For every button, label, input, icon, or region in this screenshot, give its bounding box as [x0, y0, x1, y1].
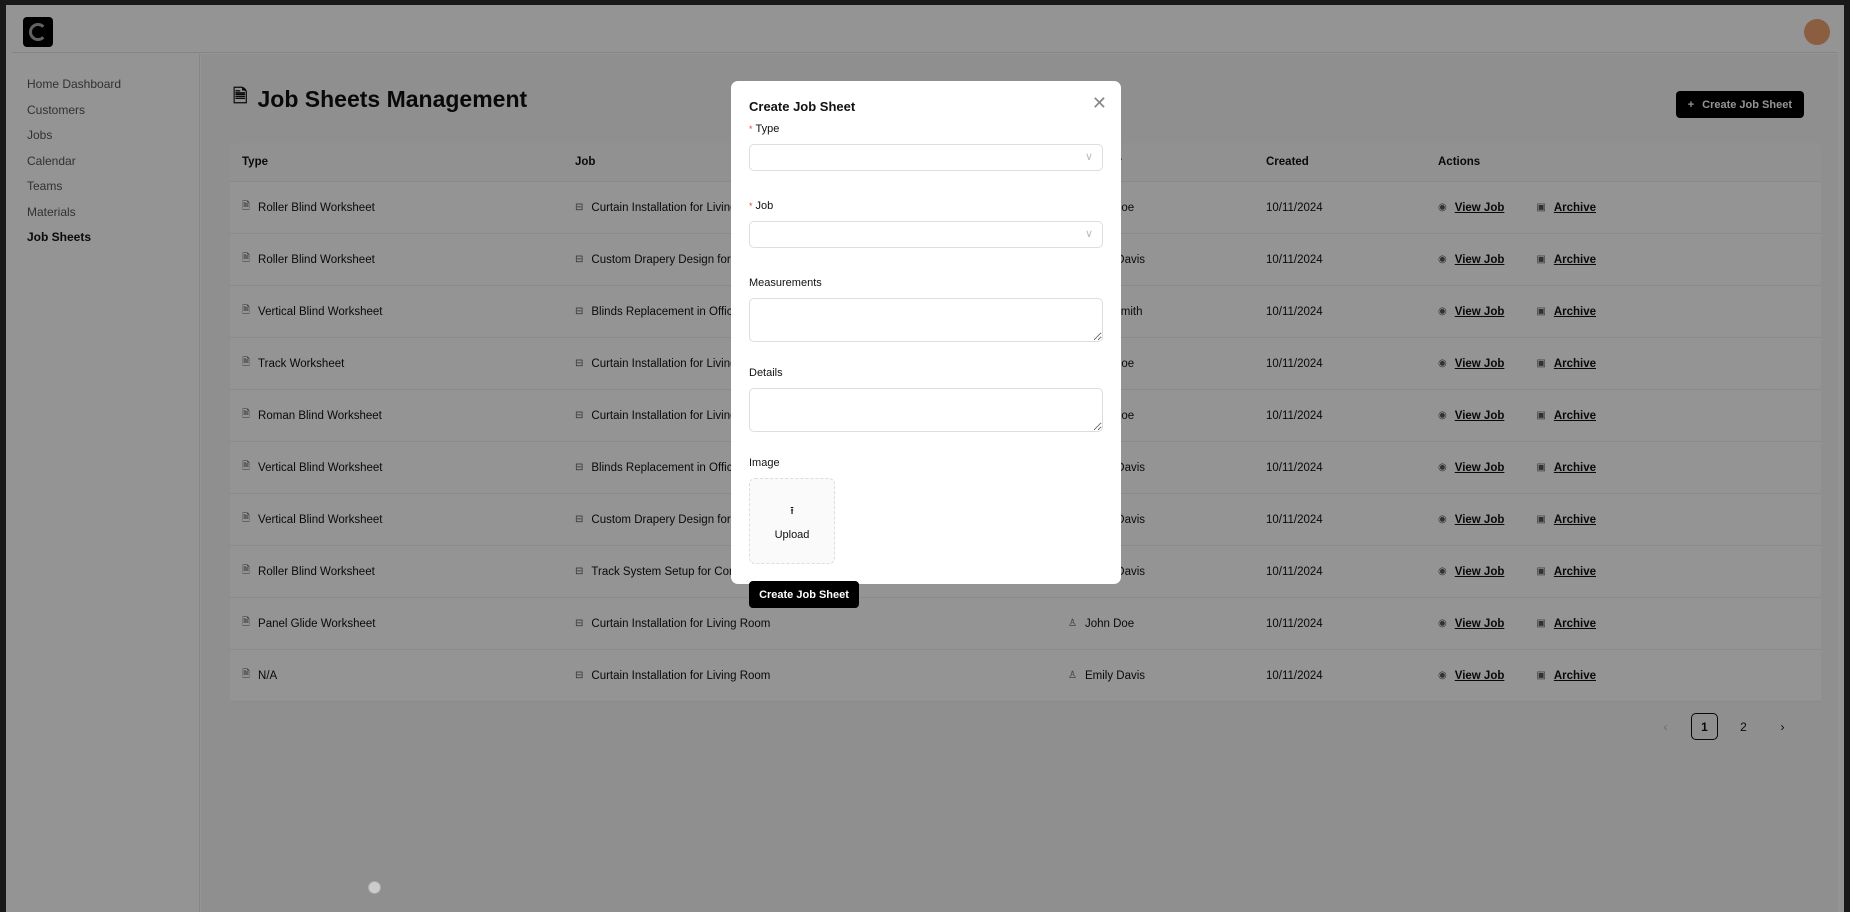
details-label: Details — [749, 367, 783, 379]
upload-icon: ⭱ — [790, 504, 794, 517]
floating-indicator[interactable] — [368, 881, 381, 894]
create-job-sheet-modal: Create Job Sheet ✕ * Type ∨ * Job ∨ Measur… — [731, 81, 1121, 608]
image-label: Image — [749, 457, 780, 469]
job-label: * Job — [749, 200, 774, 212]
submit-create-job-sheet-button[interactable]: Create Job Sheet — [749, 581, 859, 608]
close-icon[interactable]: ✕ — [1092, 93, 1107, 114]
chevron-down-icon: ∨ — [1084, 151, 1093, 163]
job-select[interactable]: ∨ — [749, 221, 1103, 248]
type-label: * Type — [749, 123, 780, 135]
measurements-textarea[interactable] — [749, 298, 1103, 342]
details-textarea[interactable] — [749, 388, 1103, 432]
image-upload[interactable]: ⭱ Upload — [749, 478, 835, 564]
chevron-down-icon: ∨ — [1084, 228, 1093, 240]
type-select[interactable]: ∨ — [749, 144, 1103, 171]
measurements-label: Measurements — [749, 277, 822, 289]
modal-title: Create Job Sheet — [749, 99, 856, 114]
